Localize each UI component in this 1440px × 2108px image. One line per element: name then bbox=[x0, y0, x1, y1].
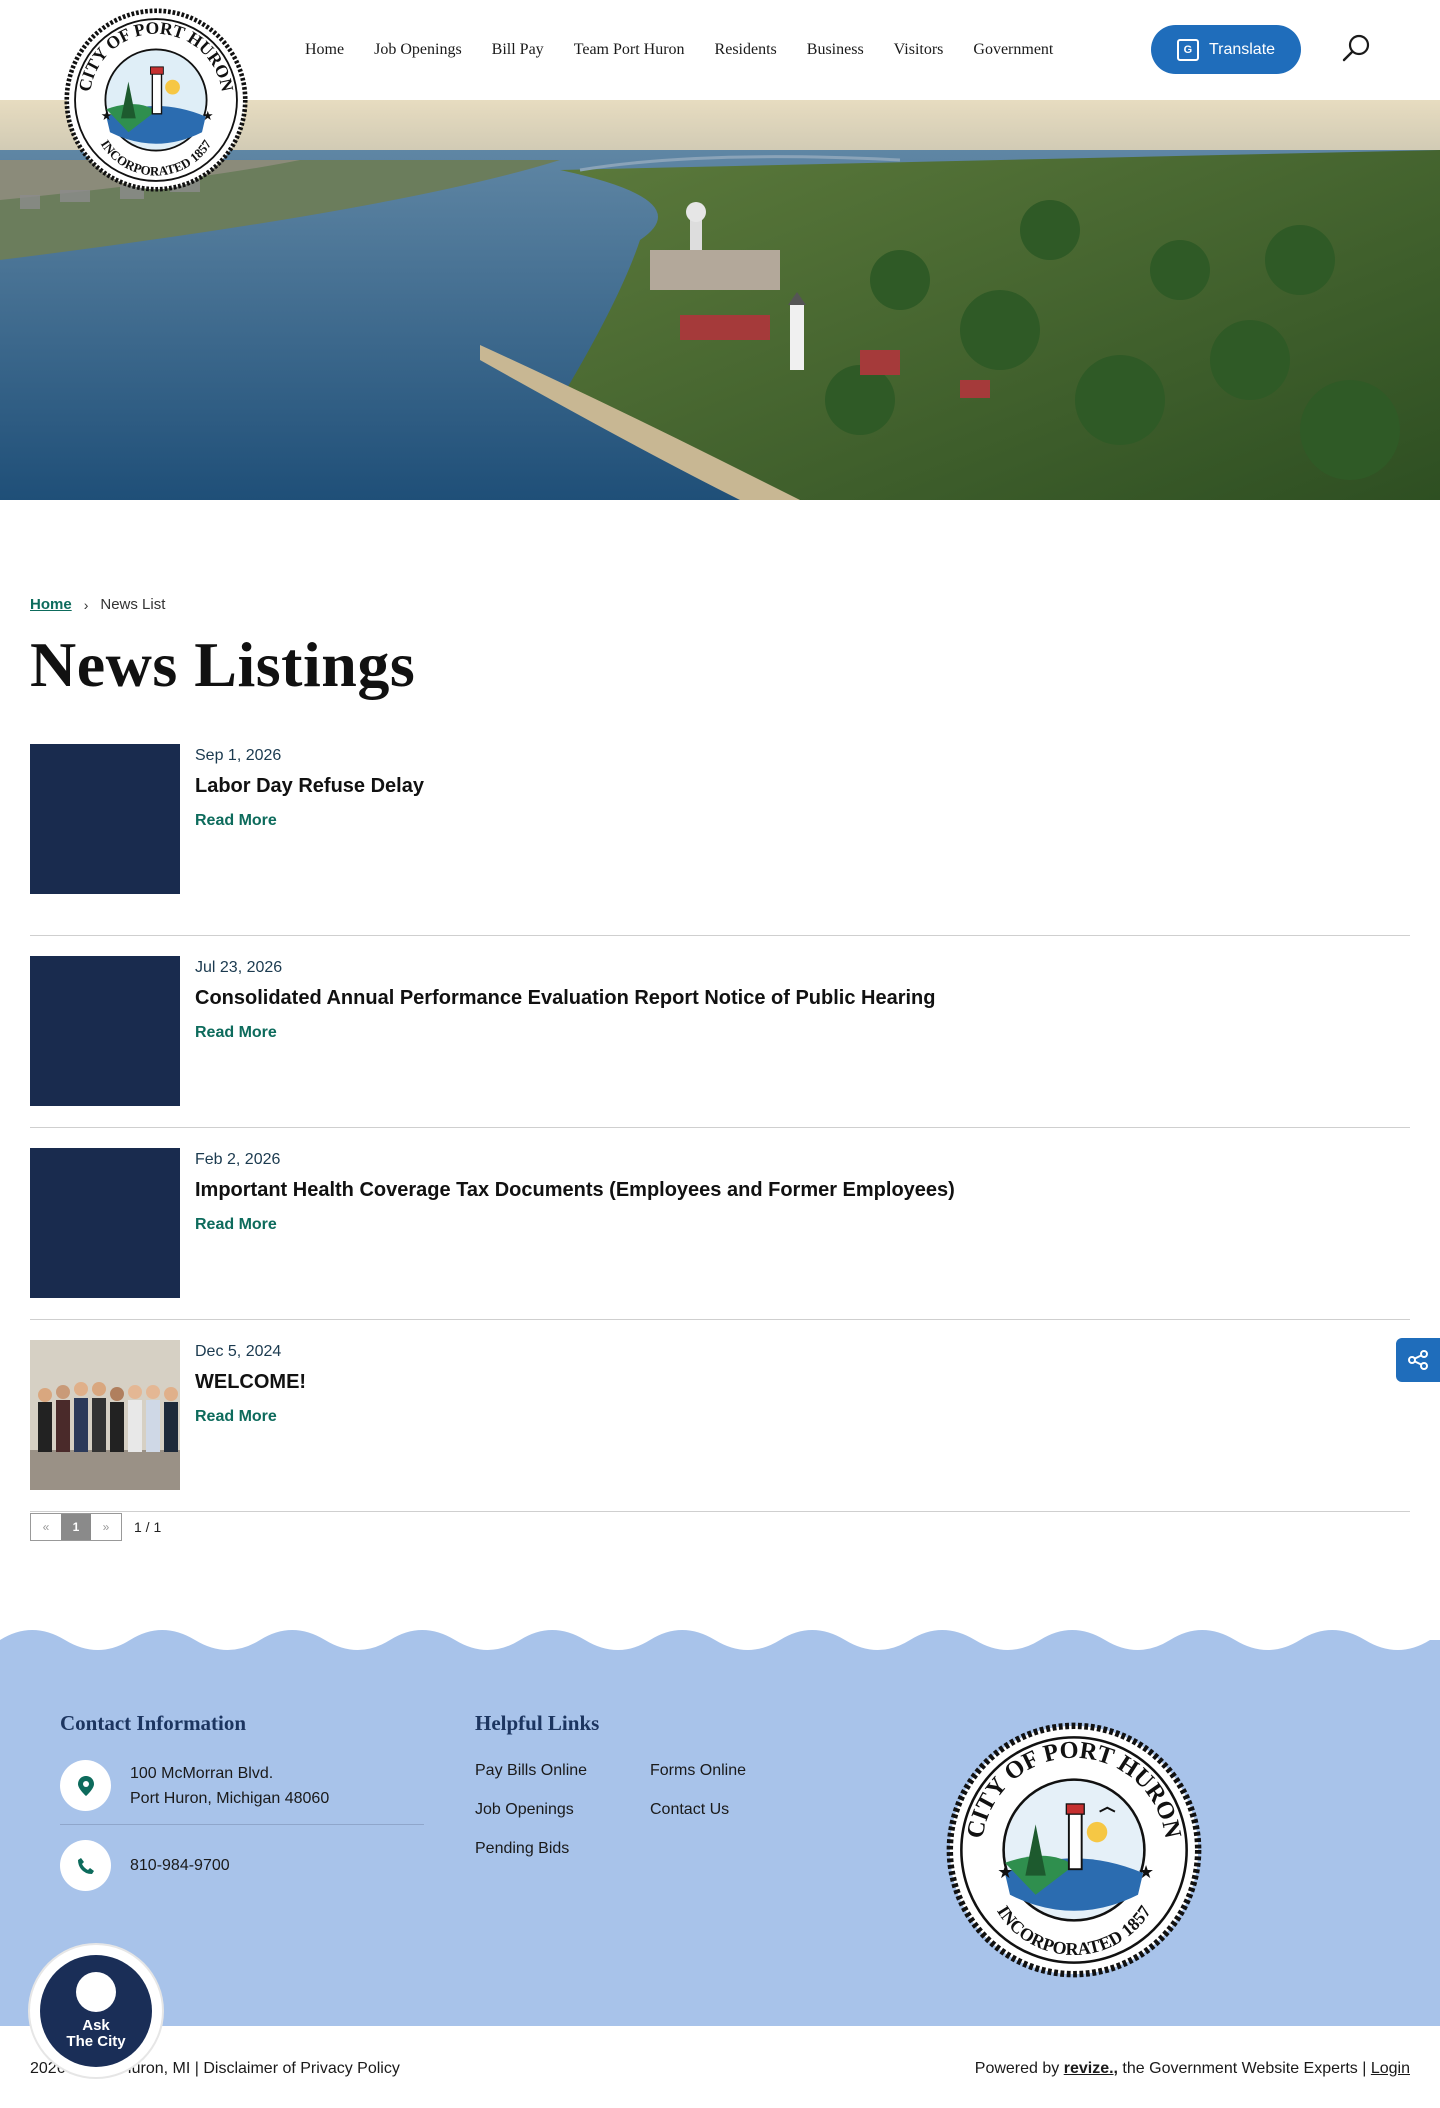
link-pending-bids[interactable]: Pending Bids bbox=[475, 1840, 569, 1858]
translate-label: Translate bbox=[1208, 40, 1276, 58]
link-contact-us[interactable]: Contact Us bbox=[650, 1801, 729, 1819]
chevron-right-icon: › bbox=[83, 596, 89, 613]
mini-seal-icon bbox=[76, 1972, 116, 2012]
contact-heading: Contact Information bbox=[60, 1711, 247, 1735]
breadcrumb-home[interactable]: Home bbox=[30, 596, 72, 613]
svg-text:★: ★ bbox=[202, 108, 214, 123]
read-more-link[interactable]: Read More bbox=[195, 1408, 277, 1426]
news-item: Feb 2, 2026 Important Health Coverage Ta… bbox=[30, 1128, 1410, 1320]
news-date: Jul 23, 2026 bbox=[195, 959, 283, 976]
news-thumbnail[interactable] bbox=[30, 1148, 180, 1298]
phone-icon bbox=[60, 1840, 111, 1891]
news-title[interactable]: Labor Day Refuse Delay bbox=[195, 775, 424, 798]
nav-bill-pay[interactable]: Bill Pay bbox=[477, 41, 559, 59]
powered-by: Powered by revize., the Government Websi… bbox=[975, 2060, 1410, 2078]
contact-divider bbox=[60, 1824, 424, 1825]
ask-the-city-badge: Ask The City bbox=[40, 1955, 152, 2067]
ask-line-1: Ask bbox=[82, 2017, 110, 2034]
nav-visitors[interactable]: Visitors bbox=[879, 41, 959, 59]
page-1-button[interactable]: 1 bbox=[61, 1514, 91, 1540]
news-date: Sep 1, 2026 bbox=[195, 747, 282, 764]
svg-text:★: ★ bbox=[997, 1862, 1013, 1882]
news-thumbnail[interactable] bbox=[30, 956, 180, 1106]
powered-prefix: Powered by bbox=[974, 2060, 1064, 2077]
phone-number[interactable]: 810-984-9700 bbox=[130, 1853, 230, 1878]
nav-team-port-huron[interactable]: Team Port Huron bbox=[559, 41, 700, 59]
news-list: Sep 1, 2026 Labor Day Refuse Delay Read … bbox=[30, 744, 1410, 1512]
news-thumbnail-photo[interactable] bbox=[30, 1340, 180, 1490]
svg-text:★: ★ bbox=[1138, 1862, 1154, 1882]
news-item: Dec 5, 2024 WELCOME! Read More bbox=[30, 1320, 1410, 1512]
pagination-controls: « 1 » bbox=[30, 1513, 122, 1541]
read-more-link[interactable]: Read More bbox=[195, 1024, 277, 1042]
news-thumbnail[interactable] bbox=[30, 744, 180, 894]
read-more-link[interactable]: Read More bbox=[195, 812, 277, 830]
ask-line-2: The City bbox=[66, 2033, 126, 2050]
link-forms-online[interactable]: Forms Online bbox=[650, 1762, 746, 1780]
page-title: News Listings bbox=[30, 629, 416, 700]
footer-city-seal: CITY OF PORT HURON INCORPORATED 1857 ★ ★ bbox=[946, 1722, 1202, 1978]
address-text: 100 McMorran Blvd. Port Huron, Michigan … bbox=[130, 1761, 329, 1811]
news-title[interactable]: Important Health Coverage Tax Documents … bbox=[195, 1179, 955, 1202]
prev-page-button[interactable]: « bbox=[31, 1514, 61, 1540]
map-pin-icon bbox=[60, 1760, 111, 1811]
nav-business[interactable]: Business bbox=[792, 41, 879, 59]
share-icon bbox=[1408, 1350, 1428, 1370]
address-line-1: 100 McMorran Blvd. bbox=[130, 1764, 274, 1782]
login-link[interactable]: Login bbox=[1371, 2060, 1410, 2077]
ask-the-city-button[interactable]: Ask The City bbox=[30, 1945, 162, 2077]
nav-residents[interactable]: Residents bbox=[700, 41, 792, 59]
read-more-link[interactable]: Read More bbox=[195, 1216, 277, 1234]
footer-wave-border bbox=[0, 1630, 1440, 1660]
nav-home[interactable]: Home bbox=[290, 41, 359, 59]
next-page-button[interactable]: » bbox=[91, 1514, 121, 1540]
address-row: 100 McMorran Blvd. Port Huron, Michigan … bbox=[60, 1760, 329, 1811]
page-count: 1 / 1 bbox=[134, 1519, 162, 1535]
news-item: Jul 23, 2026 Consolidated Annual Perform… bbox=[30, 936, 1410, 1128]
search-icon[interactable] bbox=[1340, 32, 1372, 64]
address-line-2: Port Huron, Michigan 48060 bbox=[130, 1789, 330, 1807]
news-date: Dec 5, 2024 bbox=[195, 1343, 282, 1360]
helpful-links-heading: Helpful Links bbox=[475, 1711, 600, 1735]
link-pay-bills[interactable]: Pay Bills Online bbox=[475, 1762, 587, 1780]
svg-text:★: ★ bbox=[101, 108, 113, 123]
news-item: Sep 1, 2026 Labor Day Refuse Delay Read … bbox=[30, 744, 1410, 936]
translate-icon: G bbox=[1176, 38, 1199, 61]
breadcrumb: Home › News List bbox=[30, 596, 165, 613]
news-date: Feb 2, 2026 bbox=[195, 1151, 281, 1168]
link-job-openings[interactable]: Job Openings bbox=[475, 1801, 574, 1819]
news-title[interactable]: Consolidated Annual Performance Evaluati… bbox=[195, 987, 935, 1010]
city-seal-logo[interactable]: CITY OF PORT HURON INCORPORATED 1857 ★ ★ bbox=[64, 8, 248, 192]
pagination: « 1 » 1 / 1 bbox=[30, 1513, 161, 1541]
translate-button[interactable]: G Translate bbox=[1151, 25, 1301, 74]
nav-job-openings[interactable]: Job Openings bbox=[359, 41, 477, 59]
main-nav: Home Job Openings Bill Pay Team Port Hur… bbox=[290, 0, 1068, 100]
nav-government[interactable]: Government bbox=[958, 41, 1068, 59]
phone-row: 810-984-9700 bbox=[60, 1840, 230, 1891]
news-title[interactable]: WELCOME! bbox=[195, 1371, 306, 1394]
breadcrumb-current: News List bbox=[100, 596, 166, 613]
share-button[interactable] bbox=[1396, 1338, 1440, 1382]
revize-link[interactable]: revize., bbox=[1064, 2060, 1118, 2077]
powered-suffix: the Government Website Experts | bbox=[1117, 2060, 1371, 2077]
